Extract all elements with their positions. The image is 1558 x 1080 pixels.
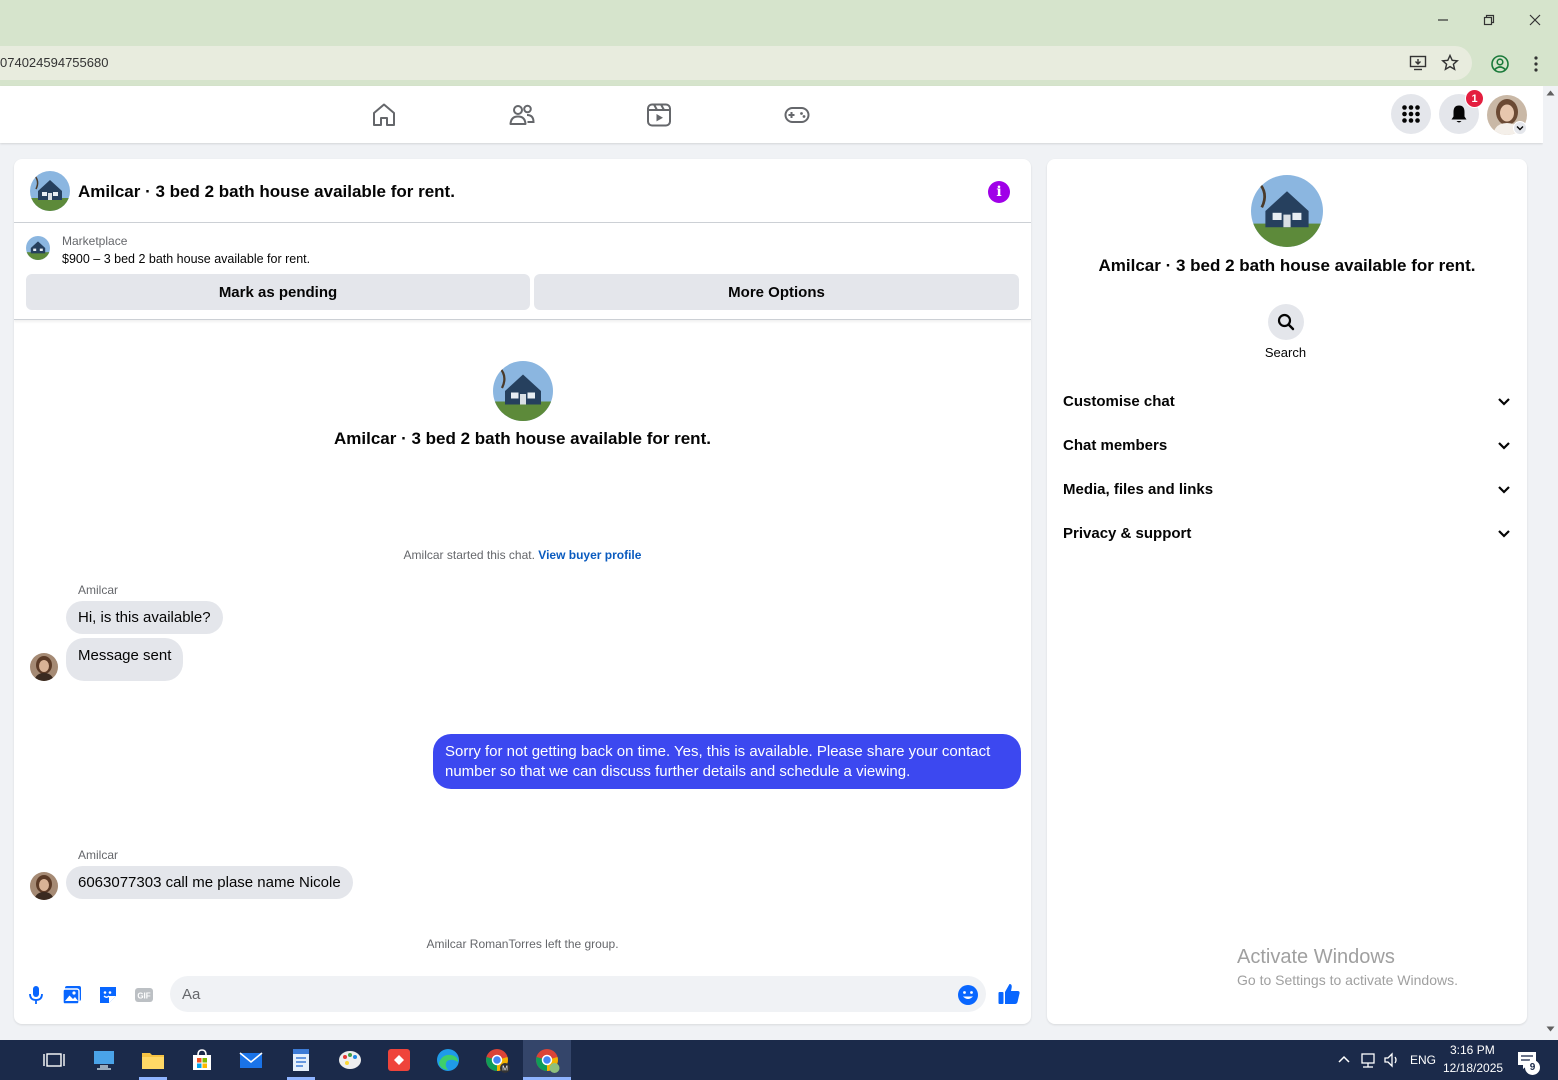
profile-icon[interactable]: [1490, 54, 1510, 74]
sticker-icon[interactable]: [97, 984, 119, 1006]
restore-icon[interactable]: [1477, 8, 1501, 32]
search-label: Search: [1264, 345, 1307, 360]
anydesk-icon[interactable]: [385, 1046, 413, 1074]
task-view-icon[interactable]: [40, 1046, 68, 1074]
minimize-icon[interactable]: [1431, 8, 1455, 32]
chevron-down-icon: [1498, 397, 1510, 406]
chrome-active-icon[interactable]: [533, 1046, 561, 1074]
install-app-icon[interactable]: [1409, 54, 1427, 72]
svg-text:GIF: GIF: [137, 992, 150, 1001]
chevron-down-icon: [1498, 529, 1510, 538]
watermark-title: Activate Windows: [1237, 946, 1395, 968]
paint-icon[interactable]: [336, 1046, 364, 1074]
mark-as-pending-button[interactable]: Mark as pending: [26, 274, 530, 310]
grid-icon: [1402, 105, 1420, 123]
listing-thumbnail[interactable]: [26, 236, 50, 260]
like-thumb-icon[interactable]: [997, 982, 1021, 1006]
action-center-badge: 9: [1525, 1060, 1540, 1075]
left-group-notice: Amilcar RomanTorres left the group.: [426, 937, 619, 951]
section-label: Customise chat: [1063, 392, 1175, 410]
chevron-down-icon: [1498, 485, 1510, 494]
facebook-top-nav: [0, 86, 1543, 143]
emoji-icon[interactable]: [957, 984, 979, 1006]
address-bar[interactable]: 074024594755680: [0, 46, 1472, 80]
message-input[interactable]: [170, 976, 986, 1012]
incoming-message[interactable]: 6063077303 call me plase name Nicole: [66, 866, 353, 899]
wordpad-icon[interactable]: [287, 1046, 315, 1074]
home-icon[interactable]: [370, 101, 398, 129]
chevron-down-icon: [1498, 441, 1510, 450]
account-menu-chevron-icon[interactable]: [1513, 121, 1527, 135]
chat-members-section[interactable]: Chat members: [1063, 425, 1511, 465]
bell-icon: [1451, 105, 1467, 123]
page-scrollbar[interactable]: [1543, 86, 1558, 1040]
activate-windows-watermark: Activate Windows Go to Settings to activ…: [1237, 946, 1458, 988]
listing-avatar[interactable]: [30, 171, 70, 211]
section-label: Chat members: [1063, 436, 1168, 454]
section-label: Privacy & support: [1063, 524, 1192, 542]
chat-header: Amilcar · 3 bed 2 bath house available f…: [14, 159, 1031, 223]
show-hidden-icons-chevron-icon[interactable]: [1337, 1054, 1351, 1064]
outgoing-message[interactable]: Sorry for not getting back on time. Yes,…: [433, 734, 1021, 789]
gif-icon[interactable]: GIF: [133, 984, 155, 1006]
chat-started-notice: Amilcar started this chat. View buyer pr…: [14, 548, 1031, 562]
more-options-button[interactable]: More Options: [534, 274, 1019, 310]
menu-grid-button[interactable]: [1391, 94, 1431, 134]
customise-chat-section[interactable]: Customise chat: [1063, 381, 1511, 421]
sender-avatar[interactable]: [30, 872, 58, 900]
intro-listing-avatar[interactable]: [493, 361, 553, 421]
sender-name: Amilcar: [78, 848, 119, 862]
media-files-links-section[interactable]: Media, files and links: [1063, 469, 1511, 509]
microphone-icon[interactable]: [25, 984, 47, 1006]
marketplace-label: Marketplace: [62, 234, 128, 248]
chat-panel: Amilcar · 3 bed 2 bath house available f…: [14, 159, 1031, 1024]
browser-titlebar: [0, 0, 1558, 40]
taskbar-date[interactable]: 12/18/2025: [1443, 1061, 1503, 1075]
view-buyer-profile-link[interactable]: View buyer profile: [538, 548, 641, 562]
gaming-icon[interactable]: [783, 101, 811, 129]
svg-text:M: M: [502, 1066, 508, 1073]
incoming-message[interactable]: Hi, is this available?: [66, 601, 223, 634]
friends-icon[interactable]: [508, 101, 536, 129]
taskbar-time[interactable]: 3:16 PM: [1450, 1043, 1495, 1057]
chat-started-text: Amilcar started this chat.: [403, 548, 535, 562]
marketplace-listing-bar: Marketplace $900 – 3 bed 2 bath house av…: [14, 224, 1031, 320]
photo-icon[interactable]: [61, 984, 83, 1006]
listing-detail[interactable]: $900 – 3 bed 2 bath house available for …: [62, 252, 310, 266]
incoming-message[interactable]: Message sent: [66, 638, 184, 681]
edge-icon[interactable]: [434, 1046, 462, 1074]
browser-toolbar: 074024594755680: [0, 40, 1558, 86]
search-in-chat-button[interactable]: [1268, 304, 1304, 340]
browser-menu-icon[interactable]: [1528, 54, 1544, 74]
info-icon[interactable]: i: [988, 181, 1010, 203]
scroll-down-arrow-icon[interactable]: [1546, 1026, 1555, 1032]
sender-avatar[interactable]: [30, 653, 58, 681]
notification-badge: 1: [1465, 89, 1484, 108]
close-icon[interactable]: [1523, 8, 1547, 32]
windows-taskbar: M ENG 3:16 PM 12/18/2025 9: [0, 1040, 1558, 1080]
watermark-subtitle: Go to Settings to activate Windows.: [1237, 972, 1458, 988]
sender-name: Amilcar: [78, 583, 119, 597]
search-icon: [1277, 313, 1295, 331]
chat-title: Amilcar · 3 bed 2 bath house available f…: [78, 182, 455, 201]
volume-icon[interactable]: [1382, 1050, 1402, 1070]
url-text[interactable]: 074024594755680: [0, 55, 108, 70]
file-explorer-icon[interactable]: [139, 1046, 167, 1074]
section-label: Media, files and links: [1063, 480, 1214, 498]
chrome-profile-icon[interactable]: M: [483, 1046, 511, 1074]
message-composer: GIF: [14, 971, 1031, 1023]
network-icon[interactable]: [1358, 1050, 1378, 1070]
scroll-up-arrow-icon[interactable]: [1546, 90, 1555, 96]
microsoft-store-icon[interactable]: [188, 1046, 216, 1074]
chat-info-panel: Amilcar · 3 bed 2 bath house available f…: [1047, 159, 1527, 1024]
bookmark-star-icon[interactable]: [1441, 54, 1459, 72]
info-listing-name: Amilcar · 3 bed 2 bath house available f…: [1098, 256, 1476, 275]
language-indicator[interactable]: ENG: [1410, 1053, 1436, 1067]
this-pc-icon[interactable]: [90, 1046, 118, 1074]
video-icon[interactable]: [645, 101, 673, 129]
intro-listing-name: Amilcar · 3 bed 2 bath house available f…: [334, 429, 711, 448]
privacy-support-section[interactable]: Privacy & support: [1063, 513, 1511, 553]
mail-icon[interactable]: [237, 1046, 265, 1074]
info-listing-avatar[interactable]: [1251, 175, 1323, 247]
